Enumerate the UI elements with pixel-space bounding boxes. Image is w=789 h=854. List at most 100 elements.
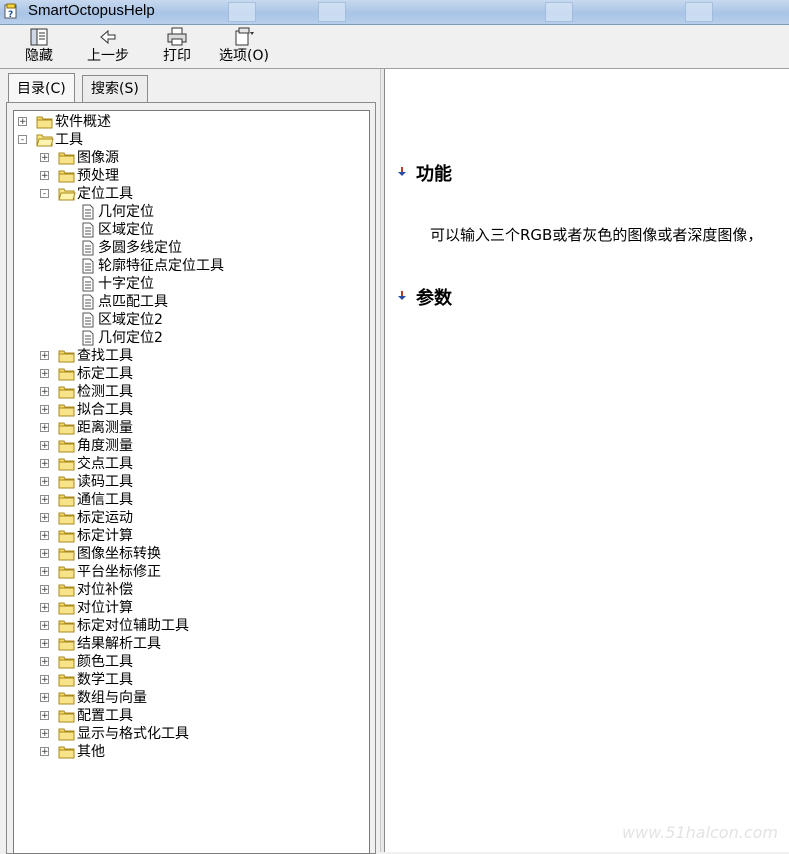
tree-item-label: 标定对位辅助工具 <box>77 618 189 634</box>
tree-item[interactable]: + 图像坐标转换 <box>14 545 364 563</box>
watermark: www.51halcon.com <box>621 823 778 842</box>
tab-contents[interactable]: 目录(C) <box>8 73 75 102</box>
tree-item-label: 工具 <box>55 132 83 148</box>
tree-item[interactable]: + 标定工具 <box>14 365 364 383</box>
tree-item[interactable]: 多圆多线定位 <box>14 239 364 257</box>
expand-icon[interactable]: + <box>40 387 49 397</box>
toolbar: 隐藏 上一步 打印 选项(O) <box>0 25 789 69</box>
back-button[interactable]: 上一步 <box>84 27 132 67</box>
print-button[interactable]: 打印 <box>160 27 194 67</box>
tree-item[interactable]: + 标定对位辅助工具 <box>14 617 364 635</box>
tree-item[interactable]: 轮廓特征点定位工具 <box>14 257 364 275</box>
expand-icon[interactable]: + <box>40 711 49 721</box>
expand-icon[interactable]: + <box>40 531 49 541</box>
expand-icon[interactable]: + <box>40 405 49 415</box>
tree-item-label: 颜色工具 <box>77 654 133 670</box>
tree-item[interactable]: + 拟合工具 <box>14 401 364 419</box>
expand-icon[interactable]: + <box>40 423 49 433</box>
expand-icon[interactable]: + <box>40 747 49 757</box>
background-tile <box>545 2 573 22</box>
tree-item[interactable]: + 配置工具 <box>14 707 364 725</box>
print-label: 打印 <box>163 48 191 64</box>
options-button[interactable]: 选项(O) <box>217 27 271 67</box>
collapse-icon[interactable]: - <box>18 135 27 145</box>
tree-item[interactable]: + 标定运动 <box>14 509 364 527</box>
tree-item-label: 配置工具 <box>77 708 133 724</box>
contents-tree[interactable]: + 软件概述 - 工具 + 图像源 + 预处理 - 定位工具 几何定位 区域定位 多圆多线定位 轮廓特征点… <box>13 110 370 854</box>
tab-panel: + 软件概述 - 工具 + 图像源 + 预处理 - 定位工具 几何定位 区域定位 多圆多线定位 轮廓特征点… <box>6 102 376 854</box>
expand-icon[interactable]: + <box>40 729 49 739</box>
hide-pane-icon <box>30 28 48 46</box>
tree-item[interactable]: + 读码工具 <box>14 473 364 491</box>
tree-item[interactable]: 区域定位 <box>14 221 364 239</box>
tab-search[interactable]: 搜索(S) <box>82 75 148 102</box>
tree-item[interactable]: 十字定位 <box>14 275 364 293</box>
tree-item[interactable]: + 软件概述 <box>14 113 364 131</box>
svg-text:?: ? <box>8 10 13 19</box>
tree-item-label: 距离测量 <box>77 420 133 436</box>
expand-icon[interactable]: + <box>40 477 49 487</box>
expand-icon[interactable]: + <box>40 171 49 181</box>
expand-icon[interactable]: + <box>40 567 49 577</box>
title-bar: ? SmartOctopusHelp <box>0 0 789 25</box>
expand-icon[interactable]: + <box>40 603 49 613</box>
tree-item[interactable]: + 角度测量 <box>14 437 364 455</box>
section-title-function: 功能 <box>416 164 452 185</box>
topic-content: 功能 可以输入三个RGB或者灰色的图像或者深度图像， 参数 www.51halc… <box>384 69 789 852</box>
expand-icon[interactable]: + <box>40 621 49 631</box>
expand-icon[interactable]: + <box>40 459 49 469</box>
tree-item-label: 数学工具 <box>77 672 133 688</box>
tree-item[interactable]: + 查找工具 <box>14 347 364 365</box>
options-icon <box>235 27 254 46</box>
tree-item[interactable]: + 对位计算 <box>14 599 364 617</box>
expand-icon[interactable]: + <box>40 585 49 595</box>
expand-icon[interactable]: + <box>40 675 49 685</box>
tree-item[interactable]: 点匹配工具 <box>14 293 364 311</box>
tree-item[interactable]: + 显示与格式化工具 <box>14 725 364 743</box>
expand-icon[interactable]: + <box>40 639 49 649</box>
tree-item[interactable]: + 检测工具 <box>14 383 364 401</box>
tree-item[interactable]: 几何定位 <box>14 203 364 221</box>
expand-icon[interactable]: + <box>40 153 49 163</box>
options-label: 选项(O) <box>219 48 269 64</box>
tree-item[interactable]: + 平台坐标修正 <box>14 563 364 581</box>
tree-item-label: 显示与格式化工具 <box>77 726 189 742</box>
expand-icon[interactable]: + <box>40 441 49 451</box>
tree-item[interactable]: + 图像源 <box>14 149 364 167</box>
tree-item[interactable]: + 结果解析工具 <box>14 635 364 653</box>
folder-icon <box>58 744 76 763</box>
tree-item-label: 区域定位2 <box>98 312 163 328</box>
hide-label: 隐藏 <box>25 48 53 64</box>
tree-item[interactable]: + 其他 <box>14 743 364 761</box>
tree-item[interactable]: + 通信工具 <box>14 491 364 509</box>
expand-icon[interactable]: + <box>40 693 49 703</box>
tree-item[interactable]: - 定位工具 <box>14 185 364 203</box>
tree-item[interactable]: + 交点工具 <box>14 455 364 473</box>
tree-item[interactable]: + 预处理 <box>14 167 364 185</box>
tree-item[interactable]: + 距离测量 <box>14 419 364 437</box>
expand-icon[interactable]: + <box>40 657 49 667</box>
section-marker-icon <box>398 167 406 176</box>
background-tile <box>318 2 346 22</box>
tree-item-label: 定位工具 <box>77 186 133 202</box>
expand-icon[interactable]: + <box>40 495 49 505</box>
tree-item[interactable]: - 工具 <box>14 131 364 149</box>
tree-item[interactable]: 区域定位2 <box>14 311 364 329</box>
topic-description: 可以输入三个RGB或者灰色的图像或者深度图像， <box>430 226 763 244</box>
expand-icon[interactable]: + <box>40 369 49 379</box>
expand-icon[interactable]: + <box>40 351 49 361</box>
expand-icon[interactable]: + <box>40 549 49 559</box>
expand-icon[interactable]: + <box>40 513 49 523</box>
tree-item-label: 交点工具 <box>77 456 133 472</box>
tree-item[interactable]: + 数组与向量 <box>14 689 364 707</box>
tree-item[interactable]: + 颜色工具 <box>14 653 364 671</box>
tree-item[interactable]: 几何定位2 <box>14 329 364 347</box>
tree-item[interactable]: + 对位补偿 <box>14 581 364 599</box>
expand-icon[interactable]: + <box>18 117 27 127</box>
tree-item[interactable]: + 标定计算 <box>14 527 364 545</box>
hide-button[interactable]: 隐藏 <box>20 27 58 67</box>
tree-item-label: 点匹配工具 <box>98 294 168 310</box>
tree-item[interactable]: + 数学工具 <box>14 671 364 689</box>
tree-item-label: 数组与向量 <box>77 690 147 706</box>
collapse-icon[interactable]: - <box>40 189 49 199</box>
